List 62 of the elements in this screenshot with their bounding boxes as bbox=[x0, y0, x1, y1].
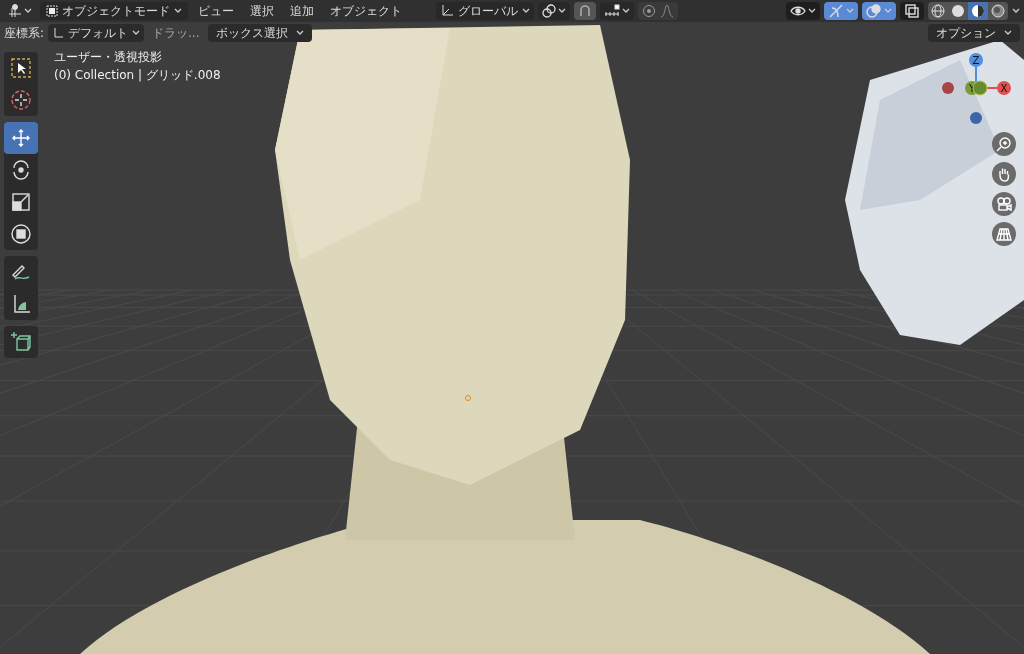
coordinate-label: 座標系: bbox=[4, 25, 45, 42]
caret-icon bbox=[522, 8, 530, 14]
menu-item[interactable]: ビュー bbox=[192, 2, 240, 20]
orientation-dropdown[interactable]: グローバル bbox=[436, 2, 534, 20]
caret-icon bbox=[622, 8, 630, 14]
link-icon bbox=[542, 4, 556, 18]
caret-icon bbox=[558, 8, 566, 14]
caret-icon bbox=[846, 8, 854, 14]
axes-icon bbox=[52, 27, 65, 39]
caret-icon bbox=[808, 8, 816, 14]
material-sphere-icon bbox=[971, 4, 985, 18]
pivot-dropdown[interactable] bbox=[538, 2, 570, 20]
overlay-icon bbox=[866, 3, 882, 19]
viewport-info-text: ユーザー・透視投影 bbox=[54, 49, 163, 66]
gizmo-icon bbox=[828, 3, 844, 19]
move-tool[interactable] bbox=[4, 122, 38, 154]
menu-item[interactable]: 追加 bbox=[284, 2, 320, 20]
solid-sphere-icon bbox=[951, 4, 965, 18]
cursor-icon bbox=[10, 89, 32, 111]
proportional-icon bbox=[642, 4, 656, 18]
caret-icon bbox=[174, 8, 182, 14]
object-mode-icon bbox=[46, 5, 58, 17]
caret-icon bbox=[295, 30, 304, 36]
caret-icon bbox=[884, 8, 892, 14]
rotate-icon bbox=[10, 159, 32, 181]
rendered-shading-button[interactable] bbox=[988, 2, 1008, 20]
falloff-curve-icon bbox=[660, 4, 674, 18]
snap-target-dropdown[interactable] bbox=[600, 2, 634, 20]
grid-icon bbox=[996, 226, 1012, 242]
snap-toggle[interactable] bbox=[574, 2, 596, 20]
increment-icon bbox=[604, 4, 620, 18]
menu-item[interactable]: 選択 bbox=[244, 2, 280, 20]
menu-item[interactable]: オブジェクト bbox=[324, 2, 408, 20]
material-shading-button[interactable] bbox=[968, 2, 988, 20]
options-dropdown[interactable]: オプション bbox=[928, 24, 1020, 42]
xray-button[interactable] bbox=[900, 2, 924, 20]
axes-icon bbox=[8, 4, 22, 18]
transform-icon bbox=[10, 223, 32, 245]
caret-icon bbox=[1012, 8, 1020, 14]
xray-icon bbox=[904, 3, 920, 19]
hand-icon bbox=[996, 166, 1012, 182]
zoom-icon bbox=[996, 136, 1012, 152]
caret-icon bbox=[132, 30, 141, 36]
mode-dropdown[interactable]: オブジェクトモード bbox=[40, 2, 188, 20]
scale-icon bbox=[10, 191, 32, 213]
axes-icon bbox=[440, 4, 454, 18]
camera-icon bbox=[996, 196, 1012, 212]
proportional-edit-button[interactable] bbox=[638, 2, 678, 20]
drag-label: ドラッ... bbox=[151, 25, 201, 42]
add-cube-icon bbox=[10, 331, 32, 353]
select-box-icon bbox=[10, 57, 32, 79]
wireframe-sphere-icon bbox=[931, 4, 945, 18]
navigation-gizmo[interactable]: Z Y X bbox=[936, 48, 1016, 128]
magnet-icon bbox=[578, 4, 592, 18]
wireframe-shading-button[interactable] bbox=[928, 2, 948, 20]
select-mode-dropdown[interactable]: ボックス選択 bbox=[207, 24, 312, 42]
caret-icon bbox=[24, 8, 32, 14]
visibility-button[interactable] bbox=[786, 2, 820, 20]
move-arrows-icon bbox=[10, 127, 32, 149]
caret-icon bbox=[1004, 30, 1012, 36]
coordinate-dropdown[interactable]: デフォルト bbox=[48, 24, 145, 42]
viewport-info-text: (0) Collection | グリッド.008 bbox=[54, 67, 221, 84]
